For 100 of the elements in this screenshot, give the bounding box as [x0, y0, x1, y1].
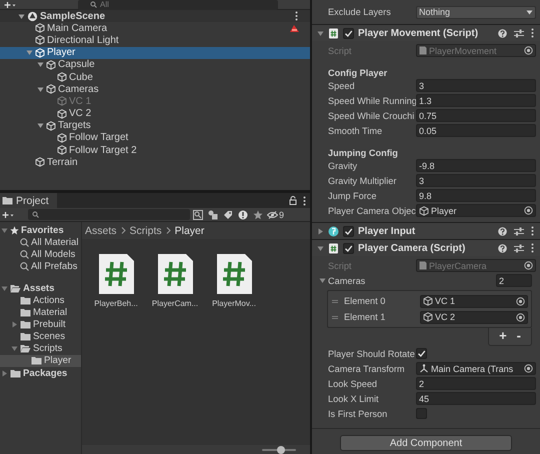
- help-icon[interactable]: [498, 28, 507, 38]
- add-element-button[interactable]: +: [499, 329, 507, 343]
- hierarchy-item[interactable]: Cameras: [0, 83, 310, 96]
- caret-icon[interactable]: [11, 321, 18, 328]
- help-icon[interactable]: [498, 244, 507, 252]
- caret-icon[interactable]: [37, 122, 44, 130]
- csharp-script-icon[interactable]: [216, 253, 252, 295]
- hierarchy-item[interactable]: VC 2: [0, 108, 310, 120]
- add-component-button[interactable]: Add Component: [340, 435, 512, 451]
- hierarchy-item[interactable]: Cube: [0, 70, 310, 84]
- more-options-icon[interactable]: [531, 28, 534, 38]
- object-field[interactable]: VC 1: [420, 294, 528, 308]
- hierarchy-item[interactable]: Player: [0, 46, 310, 59]
- breadcrumb-item[interactable]: Assets: [85, 224, 117, 236]
- caret-icon[interactable]: [37, 86, 44, 93]
- hierarchy-item[interactable]: Targets: [0, 120, 310, 132]
- object-picker-icon[interactable]: [524, 206, 533, 215]
- component-header[interactable]: Player Input: [312, 222, 540, 239]
- more-options-icon[interactable]: [295, 11, 298, 22]
- settings-sliders-icon[interactable]: [514, 244, 524, 252]
- enable-checkbox[interactable]: [343, 242, 354, 254]
- hierarchy-item[interactable]: Capsule: [0, 58, 310, 71]
- caret-icon[interactable]: [317, 244, 324, 252]
- project-tree-item[interactable]: Scenes: [0, 330, 81, 343]
- project-tree-item[interactable]: All Models: [0, 248, 81, 260]
- hierarchy-item[interactable]: Main Camera: [0, 22, 310, 34]
- csharp-script-icon[interactable]: [98, 253, 134, 295]
- project-tree-item[interactable]: All Material: [0, 236, 81, 248]
- object-field[interactable]: Main Camera (Trans: [416, 362, 536, 375]
- caret-icon[interactable]: [26, 49, 33, 56]
- drag-handle[interactable]: [332, 316, 338, 318]
- caret-icon[interactable]: [317, 30, 324, 36]
- project-tree-item[interactable]: Material: [0, 306, 81, 319]
- number-field[interactable]: 9.8: [416, 189, 536, 202]
- dropdown[interactable]: Nothing: [416, 6, 536, 18]
- settings-sliders-icon[interactable]: [514, 226, 524, 236]
- caret-icon[interactable]: [37, 61, 44, 68]
- hierarchy-item[interactable]: Terrain: [0, 156, 310, 168]
- warning-filter-icon[interactable]: [238, 210, 248, 220]
- project-tree-item[interactable]: Actions: [0, 294, 81, 307]
- breadcrumb-item[interactable]: Scripts: [130, 224, 162, 236]
- more-options-icon[interactable]: [531, 243, 534, 253]
- enable-checkbox[interactable]: [343, 28, 354, 38]
- caret-icon[interactable]: [317, 228, 324, 234]
- scene-search-icon[interactable]: [192, 210, 202, 220]
- project-tree-item[interactable]: Packages: [0, 367, 81, 380]
- caret-icon[interactable]: [11, 345, 18, 352]
- number-field[interactable]: 3: [416, 79, 536, 92]
- hierarchy-item[interactable]: Directional Light: [0, 34, 310, 47]
- project-tree-item[interactable]: Prebuilt: [0, 318, 81, 331]
- slider-thumb[interactable]: [276, 446, 285, 454]
- more-options-icon[interactable]: [303, 196, 306, 206]
- cube-icon: [46, 84, 56, 94]
- enable-checkbox[interactable]: [343, 226, 354, 236]
- component-header[interactable]: Player Movement (Script): [312, 24, 540, 41]
- project-tree-item[interactable]: Player: [0, 354, 81, 368]
- project-tree-item[interactable]: Scripts: [0, 342, 81, 355]
- hidden-packages-toggle[interactable]: 9: [267, 210, 284, 220]
- label-icon[interactable]: [222, 210, 232, 220]
- checkbox[interactable]: [416, 348, 427, 359]
- project-tree-item[interactable]: All Prefabs: [0, 260, 81, 272]
- component-header[interactable]: Player Camera (Script): [312, 239, 540, 256]
- number-field[interactable]: 45: [416, 392, 536, 405]
- drag-handle[interactable]: [332, 300, 338, 302]
- hierarchy-item[interactable]: Follow Target: [0, 132, 310, 144]
- caret-icon[interactable]: [1, 284, 8, 292]
- number-field[interactable]: -9.8: [416, 159, 536, 172]
- breadcrumb-item[interactable]: Player: [174, 224, 204, 236]
- type-filter-icon[interactable]: [208, 210, 218, 220]
- number-field[interactable]: 0.05: [416, 124, 536, 137]
- hierarchy-item[interactable]: Follow Target 2: [0, 144, 310, 156]
- remove-element-button[interactable]: -: [516, 329, 521, 343]
- add-icon[interactable]: [4, 0, 16, 8]
- search-field[interactable]: [28, 209, 190, 220]
- object-field[interactable]: VC 2: [420, 310, 528, 324]
- number-field[interactable]: 0.75: [416, 109, 536, 122]
- object-picker-icon[interactable]: [524, 364, 533, 373]
- csharp-script-icon[interactable]: [156, 253, 194, 295]
- scene-item[interactable]: SampleScene: [0, 10, 310, 22]
- object-field[interactable]: Player: [416, 204, 536, 217]
- project-tree-item[interactable]: Assets: [0, 282, 81, 294]
- star-icon[interactable]: [252, 210, 262, 220]
- project-tree-item[interactable]: Favorites: [0, 224, 81, 236]
- caret-icon[interactable]: [319, 277, 326, 284]
- settings-sliders-icon[interactable]: [514, 28, 524, 38]
- number-field[interactable]: 1.3: [416, 94, 536, 107]
- caret-icon[interactable]: [1, 226, 8, 234]
- add-icon[interactable]: [2, 210, 14, 218]
- caret-icon[interactable]: [18, 12, 25, 20]
- checkbox[interactable]: [416, 408, 427, 419]
- lock-icon[interactable]: [289, 196, 297, 205]
- file-name: PlayerMov...: [212, 299, 256, 308]
- number-field[interactable]: 3: [416, 174, 536, 187]
- array-size-field[interactable]: 2: [496, 274, 532, 287]
- number-field[interactable]: 2: [416, 377, 536, 390]
- project-tab[interactable]: Project: [0, 193, 57, 208]
- caret-icon[interactable]: [1, 370, 8, 377]
- help-icon[interactable]: [498, 226, 507, 236]
- more-options-icon[interactable]: [531, 226, 534, 236]
- folder-icon: [20, 308, 31, 318]
